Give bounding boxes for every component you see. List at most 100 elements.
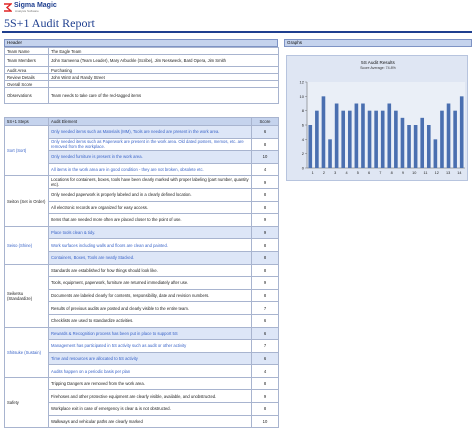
- step-category: Shitsuke (Sustain): [4, 326, 49, 378]
- audit-element: Management has participated in 5S activi…: [48, 339, 252, 353]
- bar: [407, 125, 411, 168]
- bar: [374, 110, 378, 168]
- score-cell[interactable]: 8: [251, 288, 279, 303]
- audit-element: Items that are needed more often are pla…: [48, 213, 252, 227]
- sigma-logo-icon: [4, 3, 12, 12]
- bar: [453, 110, 457, 168]
- header-section-label: Header: [4, 39, 278, 47]
- header-row: Review Details John Wintr and Randy Stree…: [4, 73, 279, 81]
- page-title: 5S+1 Audit Report: [4, 16, 95, 30]
- score-cell[interactable]: 9: [251, 389, 279, 404]
- audit-element: Checklists are used to standardize activ…: [48, 313, 252, 328]
- header-row-value[interactable]: The Eagle Team: [48, 47, 279, 55]
- audit-row: Sort (Sort) Only needed items such as Mat…: [4, 124, 279, 177]
- x-tick-label: 10: [412, 171, 416, 175]
- header-row-value[interactable]: John Sameena (Team Leader), Mary Arbuckl…: [48, 54, 279, 67]
- header-row-label: Overall Score: [4, 80, 49, 88]
- audit-element: Results of previous audits are posted an…: [48, 301, 252, 315]
- score-cell[interactable]: 6: [251, 351, 279, 366]
- bar: [426, 125, 431, 168]
- audit-element: All electronic records are organized for…: [48, 200, 252, 215]
- header-row-value[interactable]: John Wintr and Randy Street: [48, 73, 279, 81]
- bar: [380, 110, 385, 168]
- x-tick-label: 9: [402, 171, 404, 175]
- x-tick-label: 14: [457, 171, 461, 175]
- title-divider: [2, 31, 472, 33]
- step-category: Seiton (Set in Order): [4, 175, 49, 227]
- step-category: Seiso (Shine): [4, 225, 49, 265]
- score-cell[interactable]: 10: [251, 150, 279, 164]
- report-page: { "app": {"logo_name": "Sigma Magic", "l…: [0, 0, 474, 445]
- audit-element: Time and resources are allocated to 5S a…: [48, 351, 252, 366]
- score-cell[interactable]: 6: [251, 125, 279, 139]
- audit-element: Place tools clean & tidy.: [48, 225, 252, 240]
- header-row-label: Review Details: [4, 73, 49, 81]
- header-row-value[interactable]: Purchasing: [48, 66, 279, 74]
- logo-name: Sigma Magic: [14, 2, 57, 9]
- bar: [446, 103, 451, 168]
- score-cell[interactable]: 9: [251, 225, 279, 240]
- header-row-value[interactable]: [48, 80, 279, 88]
- audit-element: Only needed items such as Materials (MM)…: [48, 125, 252, 139]
- audit-element: Locations for containers, boxes, tools h…: [48, 175, 252, 189]
- score-cell[interactable]: 8: [251, 263, 279, 278]
- audit-element: Containers, Boxes, Tools are neatly Stac…: [48, 250, 252, 265]
- bar: [420, 117, 425, 168]
- chart-subtitle: Score Average: 74.8%: [360, 66, 396, 70]
- audit-element: Rewards & Recognition process has been p…: [48, 326, 252, 341]
- x-tick-label: 5: [357, 171, 359, 175]
- score-cell[interactable]: 8: [251, 402, 279, 416]
- header-row: Team Name The Eagle Team: [4, 47, 279, 55]
- audit-element: Tools, equipment, paperwork, furniture a…: [48, 276, 252, 290]
- audit-element: Tripping Dangers are removed from the wo…: [48, 376, 252, 391]
- x-tick-label: 4: [345, 171, 347, 175]
- audit-element: Firehoses and other protective equipment…: [48, 389, 252, 404]
- score-cell[interactable]: 8: [251, 137, 279, 152]
- x-tick-label: 13: [446, 171, 450, 175]
- score-cell[interactable]: 4: [251, 364, 279, 378]
- x-tick-label: 11: [424, 171, 428, 175]
- score-cell[interactable]: 8: [251, 200, 279, 215]
- x-tick-label: 12: [435, 171, 439, 175]
- audit-row: Shitsuke (Sustain) Rewards & Recognition …: [4, 326, 279, 378]
- bar: [440, 110, 444, 168]
- header-row-label: Observations: [4, 87, 49, 104]
- score-cell[interactable]: 7: [251, 301, 279, 315]
- score-cell[interactable]: 9: [251, 175, 279, 189]
- audit-element: All items in the work area are in good c…: [48, 162, 252, 177]
- header-row-label: Team Members: [4, 54, 49, 67]
- header-row-value[interactable]: Team needs to take care of the red-tagge…: [48, 87, 279, 104]
- audit-row: Seiton (Set in Order) Locations for conta…: [4, 175, 279, 227]
- score-cell[interactable]: 4: [251, 162, 279, 177]
- audit-element: Only needed furniture is present in the …: [48, 150, 252, 164]
- step-category: Sort (Sort): [4, 124, 49, 177]
- score-cell[interactable]: 10: [251, 414, 279, 429]
- score-cell[interactable]: 7: [251, 339, 279, 353]
- x-tick-label: 7: [379, 171, 381, 175]
- score-cell[interactable]: 8: [251, 376, 279, 391]
- bar: [413, 125, 418, 168]
- score-cell[interactable]: 8: [251, 187, 279, 202]
- score-cell[interactable]: 8: [251, 250, 279, 265]
- bar: [361, 103, 365, 168]
- score-cell[interactable]: 8: [251, 238, 279, 252]
- header-row: Observations Team needs to take care of t…: [4, 87, 279, 104]
- bar: [321, 96, 326, 168]
- score-cell[interactable]: 9: [251, 276, 279, 290]
- y-tick-label: 6: [302, 123, 305, 128]
- chart-panel: 5S Audit Results Score Average: 74.8% 0 2 4 6…: [286, 55, 468, 181]
- audit-element: Walkways and vehicular paths are clearly…: [48, 414, 252, 429]
- score-cell[interactable]: 9: [251, 213, 279, 227]
- logo: Sigma Magic Analysis Software: [3, 2, 73, 14]
- y-tick-label: 12: [300, 80, 305, 85]
- score-cell[interactable]: 6: [251, 326, 279, 341]
- x-tick-label: 3: [334, 171, 336, 175]
- logo-tagline: Analysis Software: [15, 9, 39, 13]
- chart-title: 5S Audit Results: [361, 60, 395, 65]
- audit-element: Only needed items such as Paperwork are …: [48, 137, 252, 152]
- audit-element: Only needed paperwork is properly labele…: [48, 187, 252, 202]
- x-tick-label: 1: [312, 171, 314, 175]
- bar: [354, 103, 359, 168]
- score-cell[interactable]: 6: [251, 313, 279, 328]
- audit-row: Safety Tripping Dangers are removed from …: [4, 376, 279, 429]
